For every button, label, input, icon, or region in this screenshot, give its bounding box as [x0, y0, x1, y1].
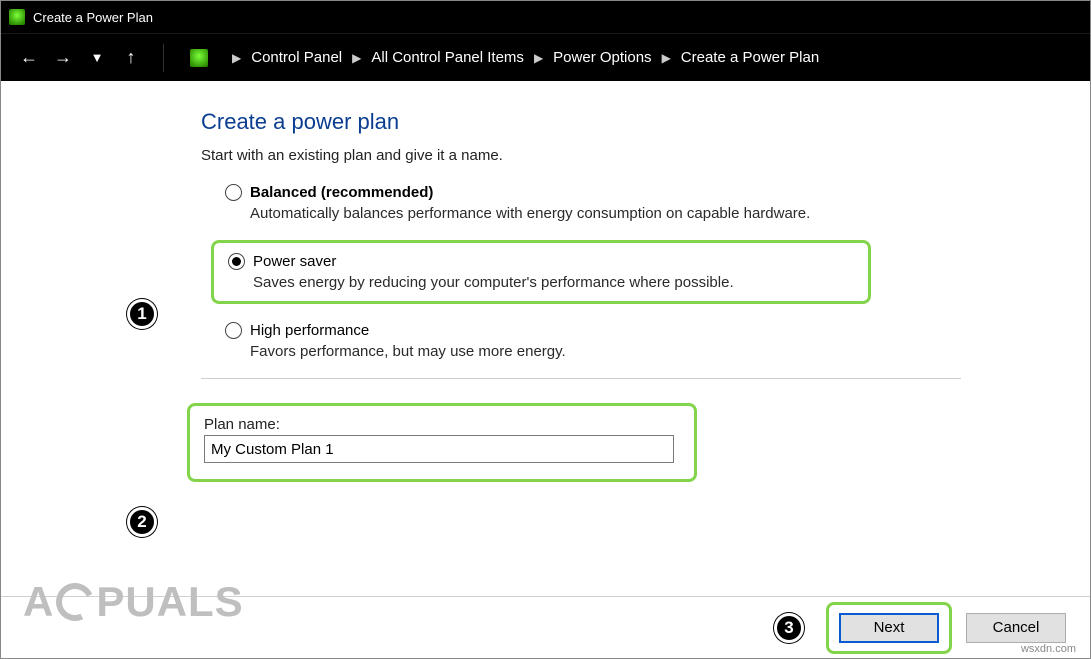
recent-locations-chevron-icon[interactable]: ▼	[87, 48, 107, 68]
divider	[201, 378, 961, 379]
breadcrumb-all-items[interactable]: All Control Panel Items	[371, 49, 524, 66]
cancel-button[interactable]: Cancel	[966, 613, 1066, 643]
plan-high-performance-title: High performance	[250, 322, 369, 339]
chevron-right-icon[interactable]: ▶	[662, 51, 671, 65]
radio-balanced[interactable]	[225, 184, 242, 201]
highlight-next-button: Next	[826, 602, 952, 654]
chevron-right-icon[interactable]: ▶	[534, 51, 543, 65]
up-arrow-icon[interactable]: ↑	[121, 48, 141, 68]
footer-bar: 3 Next Cancel	[1, 596, 1090, 658]
nav-separator	[163, 44, 164, 72]
breadcrumb-create-plan[interactable]: Create a Power Plan	[681, 49, 819, 66]
plan-high-performance-desc: Favors performance, but may use more ene…	[250, 343, 1090, 360]
radio-high-performance[interactable]	[225, 322, 242, 339]
page-heading: Create a power plan	[201, 109, 1090, 135]
power-options-icon	[9, 9, 25, 25]
plan-balanced[interactable]: Balanced (recommended) Automatically bal…	[225, 184, 1090, 222]
breadcrumb-control-panel[interactable]: Control Panel	[251, 49, 342, 66]
nav-arrow-group: ← → ▼ ↑	[19, 48, 141, 68]
forward-arrow-icon[interactable]: →	[53, 48, 73, 68]
explorer-navbar: ← → ▼ ↑ ▶ Control Panel ▶ All Control Pa…	[1, 33, 1090, 81]
breadcrumb: ▶ Control Panel ▶ All Control Panel Item…	[232, 49, 1080, 66]
window-title: Create a Power Plan	[33, 10, 153, 25]
address-bar-icon[interactable]	[190, 49, 208, 67]
source-hint: wsxdn.com	[1021, 643, 1076, 655]
chevron-right-icon[interactable]: ▶	[352, 51, 361, 65]
page-subheading: Start with an existing plan and give it …	[201, 147, 1090, 164]
plan-radio-group: Balanced (recommended) Automatically bal…	[201, 184, 1090, 360]
radio-power-saver[interactable]	[228, 253, 245, 270]
plan-name-input[interactable]	[204, 435, 674, 463]
page-content: Create a power plan Start with an existi…	[1, 81, 1090, 482]
window-titlebar: Create a Power Plan	[1, 1, 1090, 33]
plan-power-saver-title: Power saver	[253, 253, 336, 270]
chevron-right-icon[interactable]: ▶	[232, 51, 241, 65]
back-arrow-icon[interactable]: ←	[19, 48, 39, 68]
plan-balanced-title: Balanced (recommended)	[250, 184, 433, 201]
plan-power-saver[interactable]: Power saver Saves energy by reducing you…	[228, 253, 854, 291]
annotation-marker-1: 1	[127, 299, 157, 329]
plan-balanced-desc: Automatically balances performance with …	[250, 205, 1090, 222]
highlight-plan-name: Plan name:	[187, 403, 697, 482]
plan-name-label: Plan name:	[204, 416, 680, 433]
plan-high-performance[interactable]: High performance Favors performance, but…	[225, 322, 1090, 360]
annotation-marker-3: 3	[774, 613, 804, 643]
annotation-number: 2	[127, 507, 157, 537]
annotation-number: 1	[127, 299, 157, 329]
breadcrumb-power-options[interactable]: Power Options	[553, 49, 651, 66]
highlight-power-saver: Power saver Saves energy by reducing you…	[211, 240, 871, 304]
next-button[interactable]: Next	[839, 613, 939, 643]
annotation-marker-2: 2	[127, 507, 157, 537]
plan-power-saver-desc: Saves energy by reducing your computer's…	[253, 274, 854, 291]
